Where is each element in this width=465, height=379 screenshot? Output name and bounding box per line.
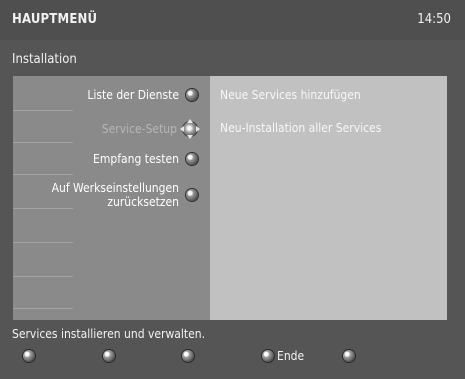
submenu-panel: Neue Services hinzufügen Neu-Installatio… <box>210 76 447 320</box>
top-bar: HAUPTMENÜ 14:50 <box>0 0 465 40</box>
main-menu-screen: HAUPTMENÜ 14:50 Installation Liste der D… <box>0 0 465 379</box>
app-title: HAUPTMENÜ <box>12 12 98 27</box>
menu-item-label: Liste der Dienste <box>87 88 179 102</box>
menu-item-werkseinstellungen[interactable]: Auf Werkseinstellungen zurücksetzen <box>52 181 198 209</box>
yellow-button-icon[interactable] <box>182 350 194 362</box>
section-title: Installation <box>12 52 77 67</box>
blue-button-icon[interactable] <box>262 350 274 362</box>
panel-divider <box>13 142 73 143</box>
menu-item-label-line: Auf Werkseinstellungen <box>51 181 179 195</box>
menu-item-label-line: zurücksetzen <box>107 195 179 209</box>
main-menu-panel: Liste der Dienste Service-Setup Empfang … <box>13 76 210 320</box>
red-button-icon[interactable] <box>23 350 35 362</box>
white-button-icon[interactable] <box>343 350 355 362</box>
green-button-icon[interactable] <box>103 350 115 362</box>
panel-divider <box>13 110 73 111</box>
panel-divider <box>13 276 73 277</box>
submenu-item-neu-installation[interactable]: Neu-Installation aller Services <box>220 121 381 135</box>
panel-divider <box>13 308 73 309</box>
menu-item-label: Empfang testen <box>93 152 179 166</box>
clock: 14:50 <box>417 12 451 27</box>
select-icon <box>186 89 198 101</box>
menu-item-label: Auf Werkseinstellungen zurücksetzen <box>52 181 179 209</box>
submenu-item-neue-services[interactable]: Neue Services hinzufügen <box>220 88 361 102</box>
panel-divider <box>13 242 73 243</box>
menu-item-empfang-testen[interactable]: Empfang testen <box>93 152 198 166</box>
menu-item-liste-der-dienste[interactable]: Liste der Dienste <box>87 88 198 102</box>
blue-button-label: Ende <box>277 349 305 363</box>
navigation-pad-icon <box>180 119 200 139</box>
status-text: Services installieren und verwalten. <box>12 327 206 341</box>
menu-item-service-setup[interactable]: Service-Setup <box>101 119 200 139</box>
select-icon <box>186 153 198 165</box>
panel-divider <box>13 174 73 175</box>
menu-content: Liste der Dienste Service-Setup Empfang … <box>13 76 447 320</box>
select-icon <box>186 189 198 201</box>
menu-item-label: Service-Setup <box>101 122 177 136</box>
